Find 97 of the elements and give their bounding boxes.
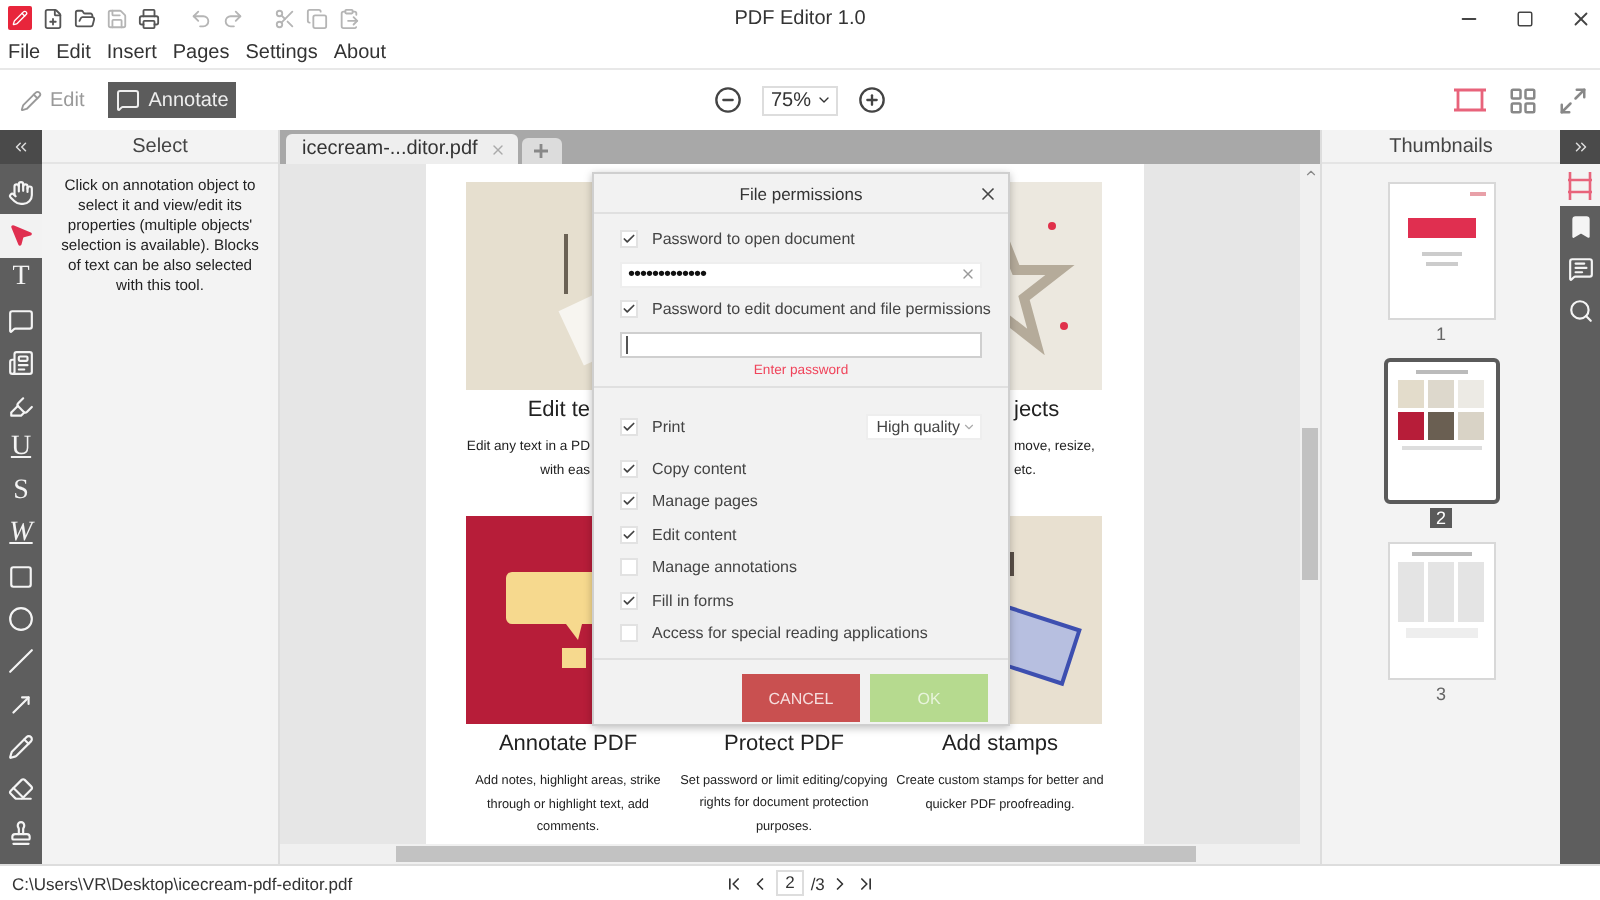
feature-title: Add stamps bbox=[939, 730, 1061, 760]
hand-icon bbox=[8, 180, 34, 207]
scroll-thumb[interactable] bbox=[1302, 428, 1318, 580]
dialog-title: File permissions bbox=[737, 183, 865, 203]
password-field[interactable] bbox=[620, 332, 982, 358]
checkbox[interactable] bbox=[620, 459, 638, 478]
search-icon bbox=[1567, 298, 1593, 324]
tool-button[interactable] bbox=[0, 214, 42, 258]
zoom-out-icon[interactable] bbox=[714, 86, 743, 114]
bookmark-icon bbox=[1567, 214, 1593, 240]
first-page-icon[interactable] bbox=[723, 873, 744, 893]
strikeout-tool[interactable]: S bbox=[0, 470, 42, 513]
scroll-thumb[interactable] bbox=[396, 846, 1196, 862]
checkbox[interactable] bbox=[620, 624, 638, 643]
vertical-scrollbar[interactable] bbox=[1300, 164, 1320, 844]
grid-view-icon[interactable] bbox=[1508, 85, 1538, 115]
menu-item[interactable]: Edit bbox=[56, 41, 91, 63]
caret-icon bbox=[815, 92, 831, 108]
page-count: /3 bbox=[810, 873, 825, 893]
fullscreen-icon[interactable] bbox=[1558, 85, 1588, 115]
text-caret bbox=[626, 336, 628, 354]
collapse-button[interactable] bbox=[1560, 130, 1600, 164]
checkbox-label: Fill in forms bbox=[652, 591, 734, 610]
horizontal-scrollbar[interactable] bbox=[280, 844, 1320, 864]
feature-title: Annotate PDF bbox=[496, 730, 640, 760]
circle-icon bbox=[8, 606, 34, 633]
new-tab-button[interactable] bbox=[521, 138, 562, 164]
pencil-icon bbox=[20, 89, 42, 111]
printer-icon[interactable] bbox=[138, 7, 160, 29]
highlighter-icon bbox=[8, 393, 34, 420]
page-number: 2 bbox=[1429, 508, 1452, 528]
checkbox-label: Print bbox=[652, 417, 685, 435]
file-path: C:\Users\VR\Desktop\icecream-pdf-editor.pdf bbox=[12, 873, 355, 893]
line-icon bbox=[8, 648, 34, 675]
thumbnails-icon bbox=[1566, 169, 1594, 201]
app-logo-icon bbox=[8, 6, 32, 30]
pencil-icon bbox=[8, 734, 34, 760]
double-chevron-icon bbox=[12, 138, 30, 156]
checkbox-label: Access for special reading applications bbox=[652, 624, 928, 643]
pointer-icon bbox=[8, 222, 34, 249]
checkbox[interactable] bbox=[620, 417, 638, 435]
mode-tab[interactable]: Annotate bbox=[108, 82, 237, 118]
maximize-icon[interactable] bbox=[1516, 9, 1534, 27]
close-icon[interactable] bbox=[1570, 7, 1592, 29]
clear-icon[interactable] bbox=[960, 265, 976, 281]
checkbox-label: Password to open document bbox=[652, 229, 855, 248]
single-page-view-icon[interactable] bbox=[1452, 84, 1488, 116]
checkbox[interactable] bbox=[620, 558, 638, 577]
window-title: PDF Editor 1.0 bbox=[734, 7, 866, 29]
page-number: 3 bbox=[1433, 684, 1448, 704]
document-tab[interactable]: icecream-...ditor.pdf bbox=[286, 134, 518, 164]
checkbox-label: Password to edit document and file permissions bbox=[652, 300, 991, 319]
zoom-in-icon[interactable] bbox=[857, 86, 885, 114]
square-icon bbox=[8, 563, 34, 590]
page-field[interactable]: 2 bbox=[775, 870, 805, 896]
checkbox[interactable] bbox=[620, 525, 638, 544]
password-field[interactable]: ••••••••••••• bbox=[620, 261, 982, 287]
last-page-icon[interactable] bbox=[856, 873, 877, 893]
double-chevron-icon bbox=[1571, 138, 1589, 156]
folder-icon[interactable] bbox=[74, 7, 96, 29]
feature-title: Edit te bbox=[525, 396, 590, 426]
caret-icon bbox=[962, 419, 976, 433]
page-thumbnail[interactable] bbox=[1383, 358, 1499, 504]
text-block-icon bbox=[8, 350, 34, 377]
checkbox[interactable] bbox=[620, 300, 638, 319]
quality-dropdown[interactable]: High quality bbox=[866, 413, 982, 439]
arrow-icon bbox=[8, 691, 34, 718]
checkbox-label: Edit content bbox=[652, 525, 737, 544]
menu-item[interactable]: About bbox=[333, 41, 387, 63]
menu-item[interactable]: Settings bbox=[245, 41, 318, 63]
scroll-up-icon[interactable] bbox=[1303, 166, 1317, 180]
side-panel-button[interactable] bbox=[1560, 164, 1600, 206]
collapse-button[interactable] bbox=[0, 130, 42, 164]
panel-title: Select bbox=[42, 130, 278, 164]
zoom-select[interactable]: 75% bbox=[762, 85, 837, 115]
text-tool[interactable]: T bbox=[0, 257, 42, 300]
checkbox[interactable] bbox=[620, 492, 638, 511]
checkbox-label: Copy content bbox=[652, 459, 747, 478]
page-number: 1 bbox=[1433, 324, 1448, 344]
checkbox[interactable] bbox=[620, 229, 638, 248]
checkbox[interactable] bbox=[620, 591, 638, 610]
plus-icon bbox=[532, 142, 551, 160]
comment-icon bbox=[1567, 256, 1593, 282]
checkbox-label: Manage annotations bbox=[652, 558, 797, 577]
stamp-icon bbox=[8, 819, 34, 846]
squiggly-tool[interactable]: W bbox=[0, 512, 42, 556]
menu-item[interactable]: Insert bbox=[106, 41, 157, 63]
menu-item[interactable]: Pages bbox=[172, 41, 230, 63]
new-file-icon[interactable] bbox=[42, 7, 64, 29]
feature-title: jects bbox=[1014, 396, 1062, 426]
eraser-icon bbox=[8, 776, 34, 803]
underline-tool[interactable]: U bbox=[0, 427, 42, 471]
speech-bubble-icon bbox=[8, 308, 34, 335]
checkbox-label: Manage pages bbox=[652, 492, 758, 511]
feature-title: Protect PDF bbox=[722, 729, 846, 759]
menu-item[interactable]: File bbox=[8, 41, 41, 63]
speech-bubble-icon bbox=[116, 88, 141, 112]
